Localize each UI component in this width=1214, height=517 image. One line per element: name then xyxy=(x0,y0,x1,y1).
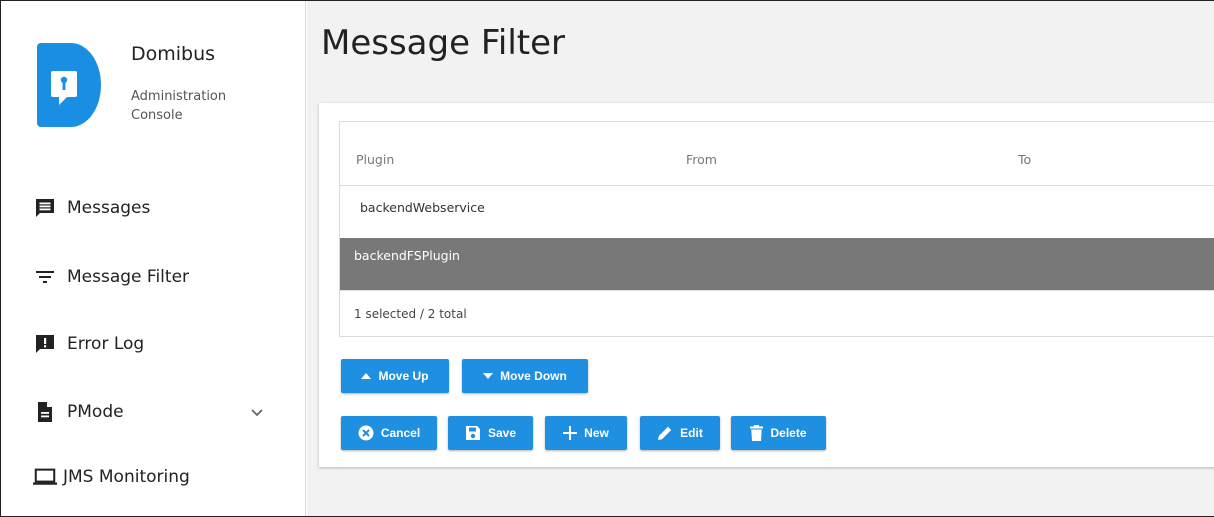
trash-icon xyxy=(750,425,764,441)
table-row-selected[interactable]: backendFSPlugin xyxy=(340,238,1214,290)
pencil-icon xyxy=(657,425,673,441)
message-filter-table: Plugin From To backendWebservice backend… xyxy=(339,121,1214,337)
sidebar-item-error-log[interactable]: Error Log xyxy=(33,329,144,359)
domibus-logo xyxy=(37,43,101,127)
column-header-plugin[interactable]: Plugin xyxy=(356,152,394,167)
sidebar-item-messages[interactable]: Messages xyxy=(33,193,150,223)
plus-icon xyxy=(563,426,578,440)
sidebar-item-pmode[interactable]: PMode xyxy=(33,397,124,427)
move-down-button[interactable]: Move Down xyxy=(462,359,588,393)
sidebar-item-label: Messages xyxy=(67,198,151,218)
sidebar-item-label: Error Log xyxy=(67,334,145,354)
monitor-icon xyxy=(33,465,57,489)
sidebar-item-label: Message Filter xyxy=(67,267,190,287)
plugin-cell: backendFSPlugin xyxy=(354,248,460,263)
cancel-icon xyxy=(358,425,374,441)
sidebar-item-label: JMS Monitoring xyxy=(63,467,190,487)
button-label: Save xyxy=(487,426,517,440)
table-row[interactable]: backendWebservice xyxy=(340,186,1214,238)
messages-icon xyxy=(33,196,57,220)
save-icon xyxy=(465,425,481,441)
button-label: Edit xyxy=(680,426,703,440)
filter-icon xyxy=(33,265,57,289)
app-name: Domibus xyxy=(131,43,216,65)
arrow-down-icon xyxy=(483,373,494,379)
cancel-button[interactable]: Cancel xyxy=(341,416,437,450)
table-header: Plugin From To xyxy=(340,122,1214,186)
app-subtitle: Administration Console xyxy=(131,89,227,123)
button-label: Move Down xyxy=(500,369,567,383)
move-up-button[interactable]: Move Up xyxy=(341,359,449,393)
error-log-icon xyxy=(33,332,57,356)
button-label: Delete xyxy=(770,426,807,440)
table-footer: 1 selected / 2 total xyxy=(340,290,1214,336)
message-filter-card: Plugin From To backendWebservice backend… xyxy=(319,103,1214,467)
app-window: Domibus Administration Console Messages … xyxy=(0,0,1214,517)
page-title: Message Filter xyxy=(321,23,566,63)
main-content: Message Filter Plugin From To backendWeb… xyxy=(307,1,1214,516)
save-button[interactable]: Save xyxy=(448,416,533,450)
sidebar-item-label: PMode xyxy=(67,402,124,422)
sidebar-item-jms-monitoring[interactable]: JMS Monitoring xyxy=(33,462,190,492)
sidebar: Domibus Administration Console Messages … xyxy=(1,1,306,516)
button-label: Cancel xyxy=(380,426,421,440)
column-header-from[interactable]: From xyxy=(686,152,717,167)
button-label: New xyxy=(584,426,609,440)
document-icon xyxy=(33,400,57,424)
plugin-cell: backendWebservice xyxy=(360,200,485,215)
sidebar-item-message-filter[interactable]: Message Filter xyxy=(33,262,189,292)
selection-count: 1 selected / 2 total xyxy=(354,307,467,321)
button-label: Move Up xyxy=(378,369,429,383)
new-button[interactable]: New xyxy=(545,416,627,450)
column-header-to[interactable]: To xyxy=(1018,152,1031,167)
edit-button[interactable]: Edit xyxy=(640,416,720,450)
arrow-up-icon xyxy=(361,373,372,379)
chevron-down-icon[interactable] xyxy=(247,403,267,423)
delete-button[interactable]: Delete xyxy=(731,416,826,450)
